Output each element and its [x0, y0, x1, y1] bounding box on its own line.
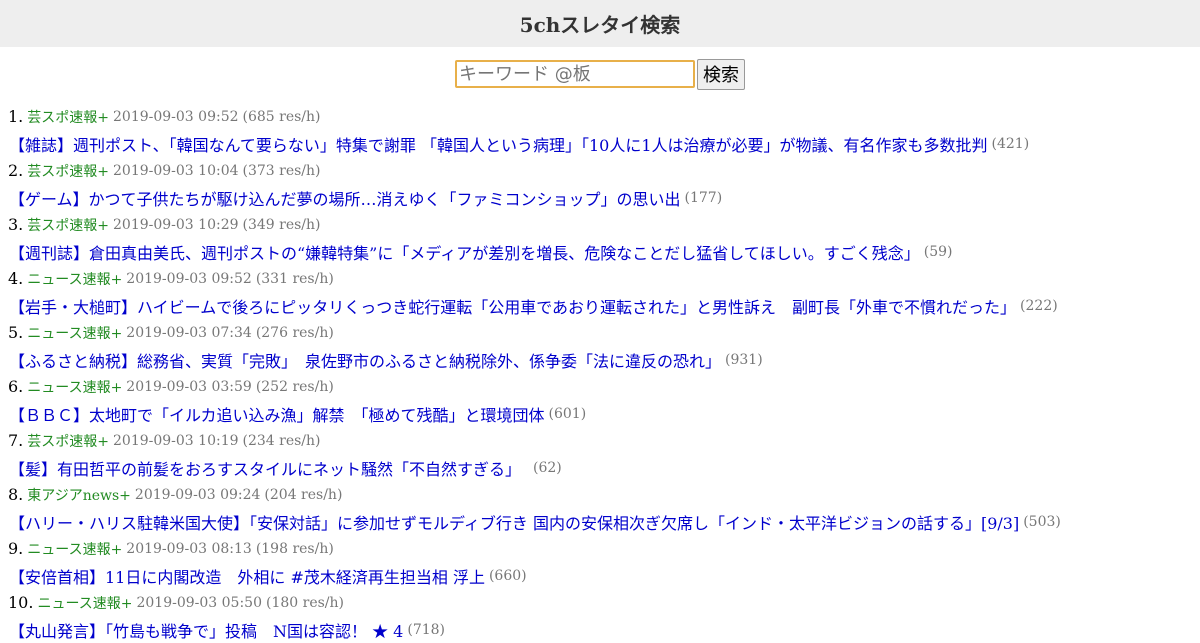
page-title: 5chスレタイ検索	[519, 13, 681, 37]
result-date: 2019-09-03 09:52	[113, 108, 239, 125]
result-rank: 1.	[8, 107, 24, 126]
result-title-line: 【岩手・大槌町】ハイビームで後ろにピッタリくっつき蛇行運転「公用車であおり運転さ…	[8, 292, 1200, 319]
result-title-link[interactable]: 【週刊誌】倉田真由美氏、週刊ポストの“嫌韓特集”に「メディアが差別を増長、危険な…	[9, 240, 920, 264]
result-board[interactable]: ニュース速報+	[27, 269, 122, 289]
result-rate: (373 res/h)	[242, 162, 321, 179]
result-title-link[interactable]: 【ゲーム】かつて子供たちが駆け込んだ夢の場所…消えゆく「ファミコンショップ」の思…	[9, 186, 681, 210]
result-rate: (180 res/h)	[266, 594, 344, 611]
result-rate: (685 res/h)	[242, 108, 321, 125]
result-title-link[interactable]: 【髪】有田哲平の前髪をおろすスタイルにネット騒然「不自然すぎる」	[9, 456, 529, 480]
result-meta: 4. ニュース速報+ 2019-09-03 09:52 (331 res/h)	[8, 265, 1200, 292]
result-title-line: 【ふるさと納税】総務省、実質「完敗」 泉佐野市のふるさと納税除外、係争委「法に違…	[8, 346, 1200, 373]
result-board[interactable]: 芸スポ速報+	[27, 107, 109, 127]
result-board[interactable]: ニュース速報+	[27, 539, 122, 559]
result-date: 2019-09-03 03:59	[126, 378, 252, 395]
result-date: 2019-09-03 05:50	[136, 594, 262, 611]
result-title-link[interactable]: 【岩手・大槌町】ハイビームで後ろにピッタリくっつき蛇行運転「公用車であおり運転さ…	[9, 294, 1016, 318]
result-count: (222)	[1020, 297, 1058, 314]
result-rank: 10.	[8, 593, 34, 612]
result-rank: 9.	[8, 539, 24, 558]
result-count: (931)	[725, 351, 763, 368]
result-title-line: 【雑誌】週刊ポスト、「韓国なんて要らない」特集で謝罪 「韓国人という病理」「10…	[8, 130, 1200, 157]
result-meta: 6. ニュース速報+ 2019-09-03 03:59 (252 res/h)	[8, 373, 1200, 400]
result-rate: (204 res/h)	[264, 486, 343, 503]
result-date: 2019-09-03 10:19	[113, 432, 239, 449]
result-rate: (349 res/h)	[242, 216, 321, 233]
result-meta: 7. 芸スポ速報+ 2019-09-03 10:19 (234 res/h)	[8, 427, 1200, 454]
result-title-line: 【髪】有田哲平の前髪をおろすスタイルにネット騒然「不自然すぎる」 (62)	[8, 454, 1200, 481]
result-date: 2019-09-03 09:24	[134, 486, 261, 503]
result-rate: (276 res/h)	[255, 324, 334, 341]
result-date: 2019-09-03 10:04	[113, 162, 239, 179]
result-rank: 6.	[8, 377, 24, 396]
result-board[interactable]: ニュース速報+	[27, 323, 122, 343]
result-rate: (234 res/h)	[242, 432, 321, 449]
result-rate: (252 res/h)	[255, 378, 334, 395]
result-rank: 8.	[8, 485, 24, 504]
result-board[interactable]: 芸スポ速報+	[27, 431, 109, 451]
result-count: (660)	[488, 567, 527, 584]
result-title-line: 【週刊誌】倉田真由美氏、週刊ポストの“嫌韓特集”に「メディアが差別を増長、危険な…	[8, 238, 1200, 265]
result-title-link[interactable]: 【安倍首相】11日に内閣改造 外相に #茂木経済再生担当相 浮上	[9, 564, 485, 588]
result-meta: 9. ニュース速報+ 2019-09-03 08:13 (198 res/h)	[8, 535, 1200, 562]
result-rank: 2.	[8, 161, 24, 180]
result-meta: 3. 芸スポ速報+ 2019-09-03 10:29 (349 res/h)	[8, 211, 1200, 238]
result-list: 1. 芸スポ速報+ 2019-09-03 09:52 (685 res/h) 【雑誌】週…	[0, 103, 1200, 643]
result-rank: 5.	[8, 323, 24, 342]
result-rank: 4.	[8, 269, 24, 288]
result-title-line: 【ゲーム】かつて子供たちが駆け込んだ夢の場所…消えゆく「ファミコンショップ」の思…	[8, 184, 1200, 211]
result-board[interactable]: 東アジアnews+	[27, 485, 131, 505]
result-title-line: 【安倍首相】11日に内閣改造 外相に #茂木経済再生担当相 浮上 (660)	[8, 562, 1200, 589]
result-rank: 7.	[8, 431, 24, 450]
result-meta: 5. ニュース速報+ 2019-09-03 07:34 (276 res/h)	[8, 319, 1200, 346]
result-title-line: 【ＢＢＣ】太地町で「イルカ追い込み漁」解禁 「極めて残酷」と環境団体 (601)	[8, 400, 1200, 427]
result-board[interactable]: 芸スポ速報+	[27, 215, 109, 235]
result-title-link[interactable]: 【ＢＢＣ】太地町で「イルカ追い込み漁」解禁 「極めて残酷」と環境団体	[9, 402, 545, 426]
result-rate: (331 res/h)	[255, 270, 334, 287]
result-date: 2019-09-03 09:52	[126, 270, 252, 287]
result-date: 2019-09-03 07:34	[126, 324, 252, 341]
header-bar: 5chスレタイ検索	[0, 0, 1200, 47]
result-title-link[interactable]: 【ハリー・ハリス駐韓米国大使】「安保対話」に参加せずモルディブ行き 国内の安保相…	[9, 510, 1019, 534]
result-board[interactable]: ニュース速報+	[27, 377, 122, 397]
result-meta: 8. 東アジアnews+ 2019-09-03 09:24 (204 res/h)	[8, 481, 1200, 508]
result-board[interactable]: ニュース速報+	[37, 593, 132, 613]
result-count: (601)	[548, 405, 587, 422]
result-meta: 1. 芸スポ速報+ 2019-09-03 09:52 (685 res/h)	[8, 103, 1200, 130]
search-input[interactable]	[455, 60, 695, 88]
result-title-link[interactable]: 【雑誌】週刊ポスト、「韓国なんて要らない」特集で謝罪 「韓国人という病理」「10…	[9, 132, 988, 156]
search-form: 検索	[0, 58, 1200, 90]
result-count: (59)	[923, 243, 953, 260]
result-date: 2019-09-03 08:13	[126, 540, 252, 557]
result-rate: (198 res/h)	[255, 540, 334, 557]
result-meta: 10. ニュース速報+ 2019-09-03 05:50 (180 res/h)	[8, 589, 1200, 616]
result-count: (62)	[533, 459, 562, 476]
result-meta: 2. 芸スポ速報+ 2019-09-03 10:04 (373 res/h)	[8, 157, 1200, 184]
result-title-line: 【ハリー・ハリス駐韓米国大使】「安保対話」に参加せずモルディブ行き 国内の安保相…	[8, 508, 1200, 535]
result-title-link[interactable]: 【ふるさと納税】総務省、実質「完敗」 泉佐野市のふるさと納税除外、係争委「法に違…	[9, 348, 721, 372]
result-count: (421)	[991, 135, 1030, 152]
result-board[interactable]: 芸スポ速報+	[27, 161, 109, 181]
result-rank: 3.	[8, 215, 24, 234]
result-count: (503)	[1023, 513, 1061, 530]
result-date: 2019-09-03 10:29	[113, 216, 239, 233]
result-count: (177)	[684, 189, 723, 206]
search-button[interactable]: 検索	[697, 58, 745, 90]
